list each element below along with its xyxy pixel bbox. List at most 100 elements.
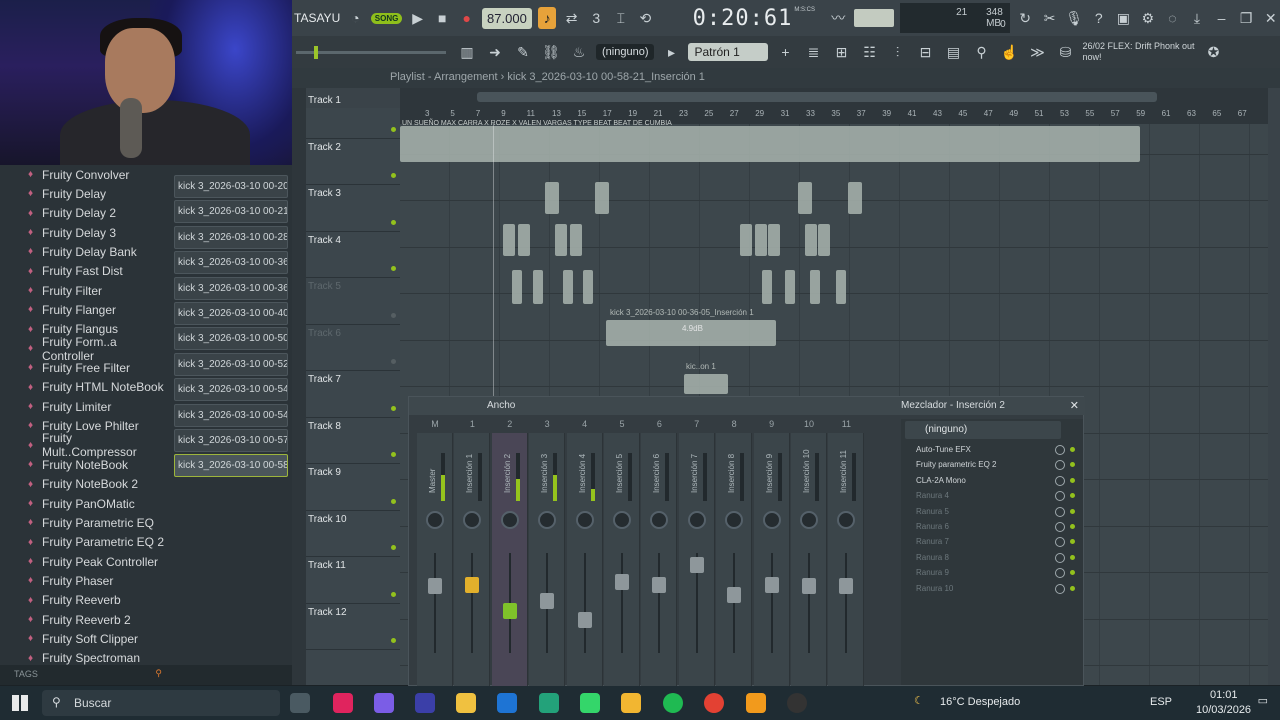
mixer-channel-strip[interactable]: 11 Inserción 11 bbox=[828, 419, 865, 687]
track-header[interactable]: Track 8 bbox=[306, 418, 400, 464]
song-mode-button[interactable]: SONG bbox=[370, 12, 403, 24]
audio-clip-track2[interactable] bbox=[848, 182, 862, 214]
plugin-item[interactable]: ♦ Fruity Delay bbox=[0, 184, 168, 203]
slot-mix-knob[interactable] bbox=[1055, 460, 1065, 471]
effect-slot[interactable]: Ranura 8 bbox=[905, 551, 1077, 566]
track-mute-led[interactable] bbox=[391, 312, 396, 318]
pan-knob[interactable] bbox=[800, 511, 818, 529]
wait-input-icon[interactable]: ⇄ bbox=[562, 7, 581, 29]
volume-fader[interactable] bbox=[764, 576, 779, 593]
edge-icon[interactable] bbox=[539, 693, 559, 713]
audio-clip-track3[interactable] bbox=[503, 224, 515, 256]
language[interactable]: ESP bbox=[1150, 696, 1172, 708]
slot-enable-led[interactable] bbox=[1070, 493, 1075, 499]
effect-slot[interactable]: Ranura 10 bbox=[905, 582, 1077, 597]
pan-knob[interactable] bbox=[538, 511, 557, 529]
track-mute-led[interactable] bbox=[391, 545, 396, 550]
audio-clip-track4[interactable] bbox=[785, 270, 795, 304]
pan-knob[interactable] bbox=[500, 511, 519, 529]
insert-preset-select[interactable]: (ninguno) bbox=[905, 421, 1061, 439]
chat-icon[interactable]: ◌ bbox=[1163, 7, 1182, 29]
plugin-picker-icon[interactable]: ⚲ bbox=[970, 41, 992, 63]
slot-enable-led[interactable] bbox=[1070, 462, 1075, 468]
volume-fader[interactable] bbox=[652, 576, 667, 593]
slot-enable-led[interactable] bbox=[1070, 508, 1075, 514]
track-header[interactable]: Track 4 bbox=[306, 232, 400, 278]
audio-clip-track2[interactable] bbox=[595, 182, 609, 214]
mixer-close-icon[interactable]: ✕ bbox=[1070, 399, 1079, 412]
kick-icon[interactable] bbox=[580, 693, 600, 713]
pan-knob[interactable] bbox=[613, 511, 631, 529]
track-mute-led[interactable] bbox=[391, 452, 396, 457]
weather[interactable]: 16°C Despejado bbox=[940, 696, 1020, 708]
audio-clip-track4[interactable] bbox=[533, 270, 543, 304]
snap-select[interactable]: (ninguno) bbox=[596, 44, 655, 60]
track-mute-led[interactable] bbox=[391, 638, 396, 643]
audio-clip-track2[interactable] bbox=[798, 182, 812, 214]
sample-item[interactable]: kick 3_2026-03-10 00-54... bbox=[174, 403, 288, 427]
track-header[interactable]: Track 9 bbox=[306, 464, 400, 511]
stop-icon[interactable]: ■ bbox=[433, 7, 452, 29]
restore-icon[interactable]: ❐ bbox=[1237, 7, 1256, 29]
save-icon[interactable]: ▣ bbox=[1114, 7, 1133, 29]
volume-fader[interactable] bbox=[465, 576, 480, 593]
plugin-icon[interactable]: ⚙ bbox=[1139, 7, 1158, 29]
volume-fader[interactable] bbox=[802, 578, 816, 595]
pan-knob[interactable] bbox=[762, 511, 781, 529]
piano-roll-icon[interactable]: ⊞ bbox=[830, 41, 852, 63]
refresh-icon[interactable]: ↻ bbox=[1016, 7, 1035, 29]
volume-fader[interactable] bbox=[577, 611, 592, 628]
microphone-icon[interactable]: 🎙 bbox=[1065, 7, 1084, 29]
windows-start-icon[interactable] bbox=[12, 695, 28, 711]
track-header[interactable]: Track 2 bbox=[306, 139, 400, 185]
tags-search-icon[interactable]: ⚲ bbox=[155, 668, 162, 679]
plugin-item[interactable]: ♦ Fruity Convolver bbox=[0, 165, 168, 184]
plugin-item[interactable]: ♦ Fruity Parametric EQ 2 bbox=[0, 533, 168, 552]
mixer-channel-strip[interactable]: 10 Inserción 10 bbox=[791, 419, 827, 687]
audio-clip-track6[interactable]: kic..on 1 bbox=[684, 362, 728, 394]
plugin-item[interactable]: ♦ Fruity Peak Controller bbox=[0, 552, 168, 571]
audio-clip-track4[interactable] bbox=[512, 270, 522, 304]
mixer-channel-strip[interactable]: 3 Inserción 3 bbox=[529, 419, 566, 687]
slot-mix-knob[interactable] bbox=[1055, 445, 1065, 455]
volume-fader[interactable] bbox=[540, 593, 555, 610]
slot-mix-knob[interactable] bbox=[1055, 583, 1065, 594]
plugin-item[interactable]: ♦ Fruity HTML NoteBook bbox=[0, 378, 168, 397]
draw-icon[interactable]: ✎ bbox=[512, 41, 534, 63]
plugin-item[interactable]: ♦ Fruity Reeverb 2 bbox=[0, 610, 168, 629]
pattern-prev-icon[interactable]: ▸ bbox=[660, 41, 682, 63]
track-lane[interactable] bbox=[400, 201, 1268, 248]
plugin-item[interactable]: ♦ Fruity NoteBook 2 bbox=[0, 475, 168, 494]
plugin-item[interactable]: ♦ Fruity Filter bbox=[0, 281, 168, 300]
sample-item[interactable]: kick 3_2026-03-10 00-57... bbox=[174, 428, 288, 452]
audio-clip-track2[interactable] bbox=[545, 182, 559, 214]
metronome-icon[interactable]: ◔ bbox=[346, 7, 365, 29]
sample-item[interactable]: kick 3_2026-03-10 00-20... bbox=[174, 175, 288, 198]
audio-clip-track4[interactable] bbox=[762, 270, 772, 304]
audio-clip-track4[interactable] bbox=[563, 270, 573, 304]
track-mute-led[interactable] bbox=[391, 359, 396, 364]
slot-mix-knob[interactable] bbox=[1055, 491, 1065, 502]
obs-icon[interactable] bbox=[787, 693, 807, 713]
mixer-channel-strip[interactable]: M Master bbox=[417, 419, 453, 687]
clock-time[interactable]: 01:01 bbox=[1210, 689, 1238, 701]
pattern-select[interactable]: Patrón 1 bbox=[688, 43, 769, 61]
effect-slot[interactable]: Ranura 5 bbox=[905, 505, 1077, 520]
effect-slot[interactable]: Ranura 7 bbox=[905, 535, 1077, 550]
notification-icon[interactable]: ▭ bbox=[1258, 694, 1268, 707]
plugin-item[interactable]: ♦ Fruity Fast Dist bbox=[0, 262, 168, 281]
mixer-channel-strip[interactable]: 1 Inserción 1 bbox=[454, 419, 491, 687]
clock-date[interactable]: 10/03/2026 bbox=[1196, 704, 1251, 716]
volume-fader[interactable] bbox=[689, 557, 704, 574]
mixer-channel-strip[interactable]: 2 Inserción 2 bbox=[491, 419, 528, 687]
track-mute-led[interactable] bbox=[391, 498, 396, 504]
audio-clip-track5[interactable]: kick 3_2026-03-10 00-36-05_Inserción 1 4.… bbox=[606, 308, 776, 346]
store-icon[interactable]: ⛁ bbox=[1054, 41, 1076, 63]
audio-clip-track1[interactable]: UN SUEÑO MAX CARRA X ROZE X VALEN VARGAS… bbox=[400, 120, 1140, 162]
news-ticker[interactable]: 26/02 FLEX: Drift Phonk out now! bbox=[1082, 41, 1196, 63]
track-header[interactable]: Track 12 bbox=[306, 604, 400, 650]
metronome-toggle-icon[interactable]: ♪ bbox=[537, 7, 557, 29]
track-mute-led[interactable] bbox=[391, 219, 396, 225]
browser-icon[interactable]: ⊟ bbox=[914, 41, 936, 63]
effect-slot[interactable]: Ranura 4 bbox=[905, 489, 1077, 504]
